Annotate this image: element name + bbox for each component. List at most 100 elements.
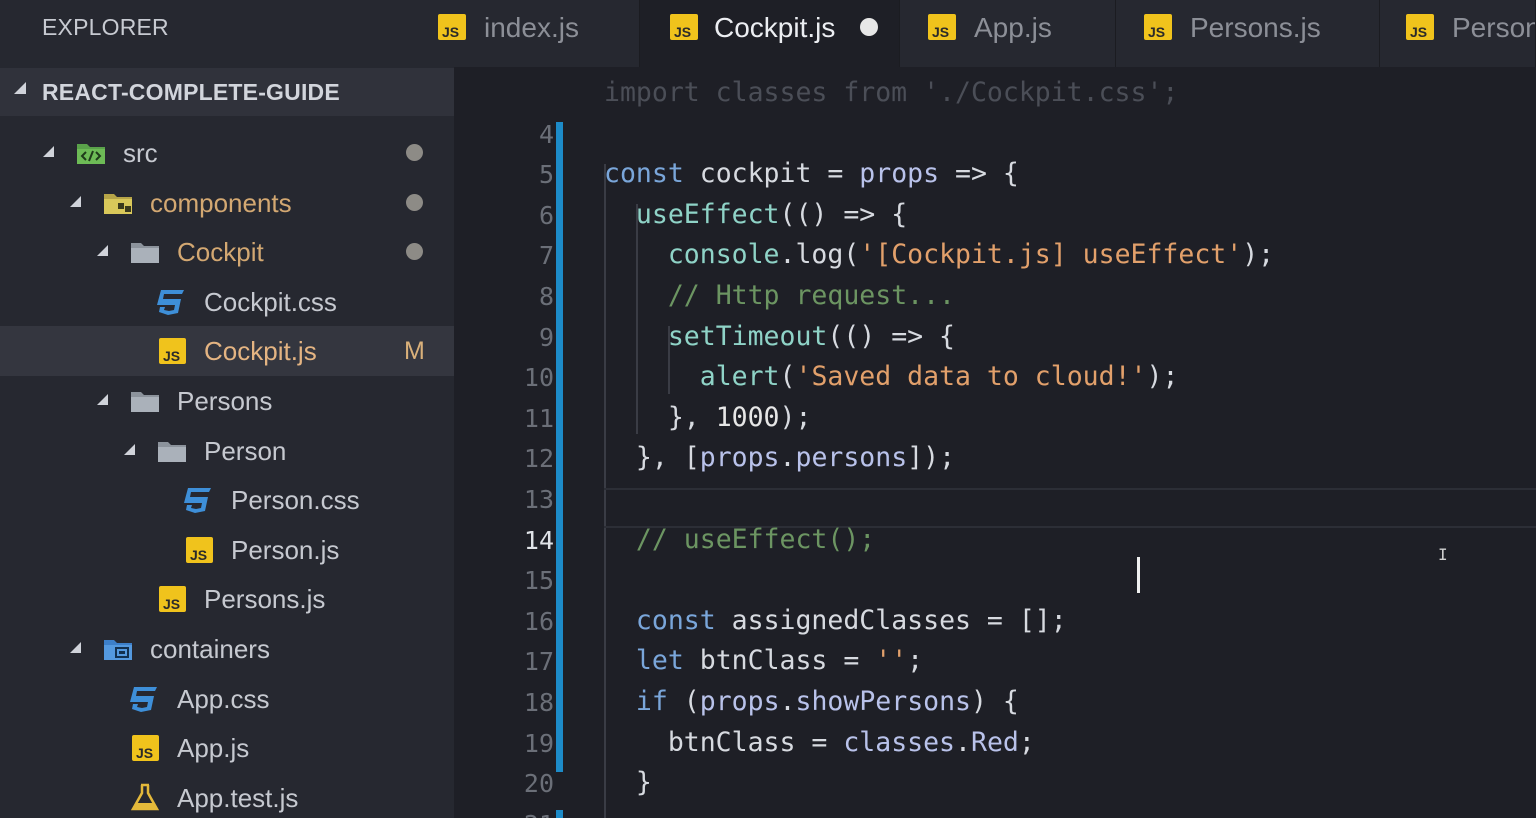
line-number: 6 (538, 200, 554, 230)
line-number: 18 (523, 688, 554, 717)
css-file-icon (130, 686, 157, 712)
tab-label: Persons.js (1190, 12, 1321, 43)
line-number: 10 (523, 363, 554, 393)
line-number: 4 (538, 119, 554, 149)
folder-icon (131, 391, 159, 412)
tab-label: App.js (974, 12, 1052, 43)
tab-index-js[interactable]: JS index.js (436, 0, 640, 67)
tree-item-components[interactable]: components (0, 178, 454, 228)
tree-label: src (123, 138, 158, 168)
tree-label: components (150, 187, 292, 218)
js-file-icon: JS (1144, 14, 1172, 40)
line-number: 8 (538, 282, 554, 311)
tree-item-persons-js[interactable]: JS Persons.js (0, 574, 454, 624)
test-flask-icon (130, 783, 160, 810)
tree-item-person-js[interactable]: JS Person.js (0, 525, 454, 575)
tree-label: containers (150, 633, 270, 664)
tree-item-cockpit-css[interactable]: Cockpit.css (0, 277, 454, 327)
tab-label: Cockpit.js (714, 12, 836, 43)
code-line[interactable]: } (604, 767, 652, 798)
tab-label: index.js (484, 12, 579, 43)
js-file-icon: JS (159, 338, 186, 365)
js-file-icon: JS (186, 536, 213, 563)
code-line[interactable]: // Http request... (604, 280, 955, 311)
js-file-icon: JS (438, 14, 466, 40)
modified-dot-icon (406, 193, 423, 211)
components-folder-icon (104, 193, 132, 214)
js-file-icon: JS (670, 14, 698, 40)
tree-label: App.js (177, 733, 250, 764)
code-line[interactable]: }, 1000); (604, 402, 812, 433)
tree-item-persons-folder[interactable]: Persons (0, 376, 454, 426)
css-file-icon (184, 488, 211, 514)
caret-down-icon[interactable] (97, 245, 108, 257)
tab-persons-js[interactable]: JS Persons.js (1116, 0, 1380, 67)
code-line[interactable]: alert('Saved data to cloud!'); (604, 361, 1179, 392)
tree-item-person-folder[interactable]: Person (0, 426, 454, 476)
tree-item-app-css[interactable]: App.css (0, 674, 454, 724)
tab-cockpit-js[interactable]: JS Cockpit.js (640, 0, 900, 67)
code-line[interactable]: if (props.showPersons) { (604, 686, 1019, 717)
modified-dot-icon (406, 243, 423, 261)
css-file-icon (157, 289, 184, 315)
tree-item-cockpit-js[interactable]: JS Cockpit.js M (0, 326, 454, 376)
code-line[interactable]: const cockpit = props => { (604, 158, 1019, 189)
caret-down-icon[interactable] (43, 146, 54, 157)
text-cursor (1137, 557, 1140, 593)
git-change-bar (556, 810, 563, 818)
code-editor[interactable]: 4 5 6 7 8 9 10 11 12 13 14 15 16 17 18 19 20 21 import cl… (454, 67, 1536, 818)
code-line[interactable]: console.log('[Cockpit.js] useEffect'); (604, 239, 1274, 270)
code-line[interactable]: useEffect(() => { (604, 199, 907, 230)
tree-label: Cockpit (177, 237, 264, 268)
caret-down-icon[interactable] (70, 641, 81, 653)
tab-app-js[interactable]: JS App.js (900, 0, 1116, 67)
line-number: 17 (523, 647, 554, 677)
line-number: 9 (538, 322, 554, 352)
tree-item-containers[interactable]: containers (0, 624, 454, 674)
git-change-bar (556, 122, 563, 772)
tree-item-app-js[interactable]: JS App.js (0, 723, 454, 773)
tree-label: Cockpit.css (204, 286, 337, 317)
tree-item-cockpit-folder[interactable]: Cockpit (0, 227, 454, 277)
code-line[interactable]: btnClass = classes.Red; (604, 727, 1035, 758)
tab-person-js[interactable]: JS Person (1380, 0, 1536, 67)
line-number: 11 (523, 403, 554, 433)
code-line[interactable]: import classes from './Cockpit.css'; (604, 77, 1178, 108)
explorer-title: EXPLORER (42, 14, 169, 40)
code-line[interactable]: let btnClass = ''; (604, 645, 923, 676)
tab-label: Person (1452, 12, 1536, 43)
js-file-icon: JS (132, 735, 159, 762)
folder-icon (158, 441, 186, 462)
line-number: 20 (523, 769, 554, 799)
tree-label: Person.css (231, 485, 360, 516)
tree-item-app-test-js[interactable]: App.test.js (0, 773, 454, 818)
unsaved-dot-icon[interactable] (860, 18, 878, 36)
caret-down-icon[interactable] (14, 82, 26, 94)
code-line[interactable]: const assignedClasses = []; (604, 605, 1067, 636)
tree-label: Cockpit.js (204, 336, 317, 367)
file-tree: src components Cockpit Cockpit.css JS Co… (0, 128, 454, 818)
tree-label: Person (204, 435, 287, 466)
modified-dot-icon (406, 144, 423, 161)
project-header[interactable]: REACT-COMPLETE-GUIDE (0, 68, 454, 116)
folder-icon (131, 243, 159, 264)
tree-label: Persons (177, 385, 273, 416)
containers-folder-icon (104, 639, 132, 660)
line-number: 21 (484, 810, 554, 818)
code-line[interactable]: setTimeout(() => { (604, 321, 955, 352)
line-number-gutter: 4 5 6 7 8 9 10 11 12 13 14 15 16 17 18 19 20 21 (454, 67, 564, 818)
tree-item-src[interactable]: src (0, 128, 454, 178)
tree-label: Person.js (231, 534, 340, 565)
js-file-icon: JS (1406, 14, 1434, 40)
editor-tab-bar: JS index.js JS Cockpit.js JS App.js JS P… (436, 0, 1536, 67)
line-number: 13 (523, 485, 554, 514)
tree-label: Persons.js (204, 584, 326, 615)
caret-down-icon[interactable] (70, 195, 81, 207)
caret-down-icon[interactable] (124, 443, 135, 455)
caret-down-icon[interactable] (97, 393, 108, 405)
ibeam-cursor-icon: I (1438, 545, 1448, 564)
code-line[interactable]: }, [props.persons]); (604, 442, 955, 473)
code-line[interactable]: // useEffect(); (604, 524, 875, 555)
current-line-highlight (604, 488, 1536, 528)
tree-item-person-css[interactable]: Person.css (0, 475, 454, 525)
